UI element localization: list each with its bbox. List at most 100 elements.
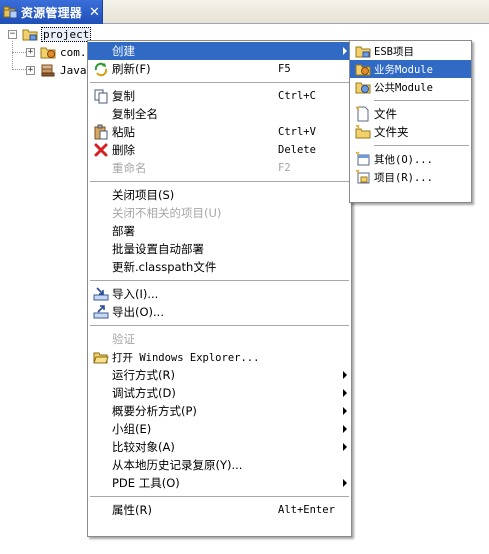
submenu-arrow-icon (343, 47, 347, 55)
menu-item-label: 概要分析方式(P) (112, 404, 197, 418)
tree-row-project[interactable]: − project (8, 25, 92, 43)
menu-item-deploy[interactable]: 部署 (88, 222, 351, 240)
submenu-arrow-icon (343, 389, 347, 397)
menu-item-batch-auto-deploy[interactable]: 批量设置自动部署 (88, 240, 351, 258)
menu-item-pde-tools[interactable]: PDE 工具(O) (88, 474, 351, 492)
menu-item-label: ESB项目 (374, 45, 414, 58)
menu-item-label: 创建 (112, 44, 135, 58)
project-folder-icon (22, 29, 38, 41)
menu-item-label: 其他(O)... (374, 153, 433, 166)
submenu-item-other[interactable]: 其他(O)... (350, 150, 471, 168)
submenu-item-common-module[interactable]: 公共Module (350, 78, 471, 96)
menu-item-export[interactable]: 导出(O)... (88, 303, 351, 321)
menu-item-label: 关闭不相关的项目(U) (112, 206, 222, 220)
menu-separator (350, 141, 471, 150)
close-icon[interactable]: ✕ (89, 6, 100, 19)
menu-item-label: 运行方式(R) (112, 368, 175, 382)
menu-item-label: 重命名 (112, 161, 147, 175)
menu-item-import[interactable]: 导入(I)... (88, 285, 351, 303)
expand-toggle[interactable]: + (26, 65, 35, 75)
submenu-item-esb-project[interactable]: ESB项目 (350, 42, 471, 60)
menu-item-label: 部署 (112, 224, 135, 238)
tab-resource-explorer[interactable]: 资源管理器 ✕ (0, 0, 103, 24)
package-icon (40, 47, 56, 59)
menu-item-open-windows-explorer[interactable]: 打开 Windows Explorer... (88, 348, 351, 366)
menu-item-label: 验证 (112, 332, 135, 346)
menu-item-label: 属性(R) (112, 503, 152, 517)
submenu-item-project[interactable]: 项目(R)... (350, 168, 471, 186)
menu-item-close-project[interactable]: 关闭项目(S) (88, 186, 351, 204)
expand-toggle[interactable]: + (26, 47, 35, 57)
shortcut-text: F2 (278, 162, 291, 174)
menu-item-delete[interactable]: 删除 Delete (88, 141, 351, 159)
menu-item-update-classpath[interactable]: 更新.classpath文件 (88, 258, 351, 276)
menu-separator (88, 78, 351, 87)
submenu-arrow-icon (343, 479, 347, 487)
menu-item-label: 从本地历史记录复原(Y)... (112, 458, 243, 472)
copy-icon (92, 88, 110, 104)
tree-label-project: project (41, 26, 92, 42)
shortcut-text: Ctrl+C (278, 90, 316, 102)
menu-item-rename[interactable]: 重命名 F2 (88, 159, 351, 177)
esb-project-icon (354, 43, 372, 59)
menu-item-restore-local-history[interactable]: 从本地历史记录复原(Y)... (88, 456, 351, 474)
menu-item-compare-with[interactable]: 比较对象(A) (88, 438, 351, 456)
tree-row-java[interactable]: + Java (26, 61, 88, 79)
menu-separator (88, 177, 351, 186)
tree-guide-line (12, 69, 26, 70)
menu-item-copy[interactable]: 复制 Ctrl+C (88, 87, 351, 105)
shortcut-text: Delete (278, 144, 316, 156)
submenu-item-folder[interactable]: 文件夹 (350, 123, 471, 141)
menu-item-copy-qualified-name[interactable]: 复制全名 (88, 105, 351, 123)
other-wizard-icon (354, 151, 372, 167)
refresh-icon (92, 61, 110, 77)
menu-item-label: 文件夹 (374, 125, 409, 139)
new-file-icon (354, 106, 372, 122)
menu-item-label: 粘贴 (112, 125, 135, 139)
menu-item-label: 关闭项目(S) (112, 188, 175, 202)
menu-separator (88, 276, 351, 285)
tree-label-package: com. (60, 45, 87, 59)
menu-separator (350, 96, 471, 105)
delete-icon (92, 142, 110, 158)
menu-item-label: 业务Module (374, 63, 433, 76)
package-explorer-icon (3, 6, 18, 19)
create-submenu: ESB项目 业务Module 公共Module 文件 文件夹 其他(O)... (349, 40, 472, 203)
menu-item-run-as[interactable]: 运行方式(R) (88, 366, 351, 384)
business-module-icon (354, 61, 372, 77)
menu-item-label: 打开 Windows Explorer... (112, 351, 260, 364)
menu-item-refresh[interactable]: 刷新(F) F5 (88, 60, 351, 78)
context-menu: 创建 刷新(F) F5 复制 Ctrl+C 复制全名 粘贴 Ctrl+V 删除 … (87, 40, 352, 537)
view-tab-bar: 资源管理器 ✕ (0, 0, 489, 24)
menu-item-close-unrelated-projects[interactable]: 关闭不相关的项目(U) (88, 204, 351, 222)
menu-item-team[interactable]: 小组(E) (88, 420, 351, 438)
shortcut-text: F5 (278, 63, 291, 75)
menu-item-label: PDE 工具(O) (112, 476, 180, 490)
submenu-arrow-icon (343, 407, 347, 415)
menu-item-label: 批量设置自动部署 (112, 242, 204, 256)
menu-item-label: 文件 (374, 107, 397, 121)
paste-icon (92, 124, 110, 140)
menu-item-create[interactable]: 创建 (88, 42, 351, 60)
new-project-icon (354, 169, 372, 185)
menu-item-label: 复制 (112, 89, 135, 103)
menu-item-properties[interactable]: 属性(R) Alt+Enter (88, 501, 351, 519)
menu-item-label: 复制全名 (112, 107, 158, 121)
menu-item-debug-as[interactable]: 调试方式(D) (88, 384, 351, 402)
shortcut-text: Ctrl+V (278, 126, 316, 138)
menu-item-label: 导入(I)... (112, 287, 159, 301)
submenu-arrow-icon (343, 425, 347, 433)
java-library-icon (41, 64, 55, 77)
menu-item-profile-as[interactable]: 概要分析方式(P) (88, 402, 351, 420)
submenu-arrow-icon (343, 443, 347, 451)
common-module-icon (354, 79, 372, 95)
collapse-toggle[interactable]: − (8, 29, 17, 39)
export-icon (92, 304, 110, 320)
menu-item-paste[interactable]: 粘贴 Ctrl+V (88, 123, 351, 141)
menu-item-validate[interactable]: 验证 (88, 330, 351, 348)
submenu-item-file[interactable]: 文件 (350, 105, 471, 123)
tree-row-package[interactable]: + com. (26, 43, 88, 61)
menu-item-label: 公共Module (374, 81, 433, 94)
submenu-item-business-module[interactable]: 业务Module (350, 60, 471, 78)
menu-item-label: 删除 (112, 143, 135, 157)
